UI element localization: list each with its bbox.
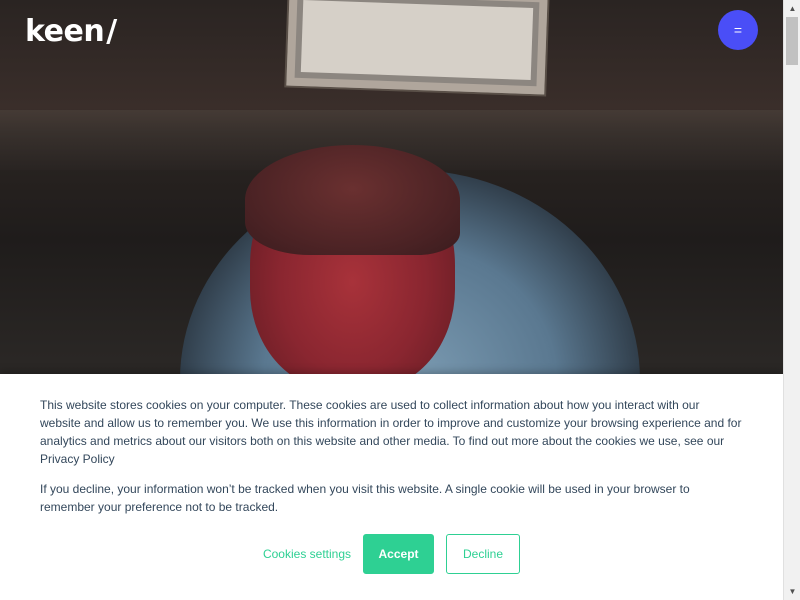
cookie-actions: Cookies settings Accept Decline (0, 534, 783, 574)
decline-button[interactable]: Decline (446, 534, 521, 574)
accept-button[interactable]: Accept (363, 534, 435, 574)
hero-person-hair (245, 145, 460, 255)
vertical-scrollbar[interactable]: ▲ ▼ (783, 0, 800, 600)
keen-logo[interactable]: keen/ (25, 14, 117, 49)
logo-text: keen (25, 14, 105, 49)
scroll-down-arrow-icon[interactable]: ▼ (784, 583, 800, 600)
scrollbar-thumb[interactable] (786, 17, 798, 65)
cookie-notice-text: This website stores cookies on your comp… (40, 398, 742, 466)
cookie-decline-notice-text: If you decline, your information won’t b… (40, 482, 690, 514)
cookie-consent-banner: This website stores cookies on your comp… (0, 374, 783, 600)
cookies-settings-button[interactable]: Cookies settings (263, 547, 351, 561)
page-viewport: keen/ = This website stores cookies on y… (0, 0, 783, 600)
hero-window-light (286, 0, 548, 95)
logo-slash-mark: / (106, 14, 117, 49)
menu-button[interactable]: = (718, 10, 758, 50)
menu-icon: = (733, 22, 743, 38)
scroll-up-arrow-icon[interactable]: ▲ (784, 0, 800, 17)
hero-window-pane (300, 0, 534, 80)
